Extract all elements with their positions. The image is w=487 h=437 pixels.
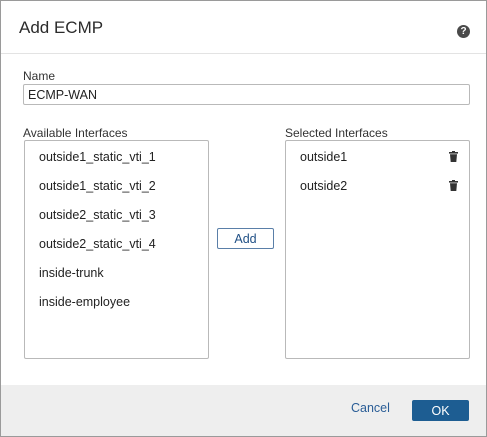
- name-input[interactable]: [23, 84, 470, 105]
- available-interface-item[interactable]: outside2_static_vti_3: [39, 208, 156, 222]
- available-interfaces-label: Available Interfaces: [23, 126, 128, 140]
- dialog-title: Add ECMP: [19, 18, 104, 37]
- add-ecmp-dialog: Add ECMP ? Name Available Interfaces out…: [0, 0, 487, 437]
- selected-interfaces-list[interactable]: outside1 outside2: [285, 140, 470, 359]
- name-label: Name: [23, 69, 56, 83]
- available-interface-item[interactable]: outside2_static_vti_4: [39, 237, 156, 251]
- selected-interfaces-label: Selected Interfaces: [285, 126, 388, 140]
- dialog-header: Add ECMP ?: [1, 1, 486, 54]
- add-button[interactable]: Add: [217, 228, 274, 249]
- available-interface-item[interactable]: inside-trunk: [39, 266, 104, 280]
- available-interface-item[interactable]: outside1_static_vti_2: [39, 179, 156, 193]
- selected-interface-item[interactable]: outside1: [300, 150, 347, 164]
- trash-icon[interactable]: [449, 180, 458, 191]
- selected-interface-item[interactable]: outside2: [300, 179, 347, 193]
- cancel-button[interactable]: Cancel: [351, 401, 390, 415]
- help-icon[interactable]: ?: [457, 25, 470, 38]
- available-interface-item[interactable]: inside-employee: [39, 295, 130, 309]
- available-interface-item[interactable]: outside1_static_vti_1: [39, 150, 156, 164]
- trash-icon[interactable]: [449, 151, 458, 162]
- ok-button[interactable]: OK: [412, 400, 469, 421]
- dialog-footer: Cancel OK: [1, 385, 486, 436]
- available-interfaces-list[interactable]: outside1_static_vti_1 outside1_static_vt…: [24, 140, 209, 359]
